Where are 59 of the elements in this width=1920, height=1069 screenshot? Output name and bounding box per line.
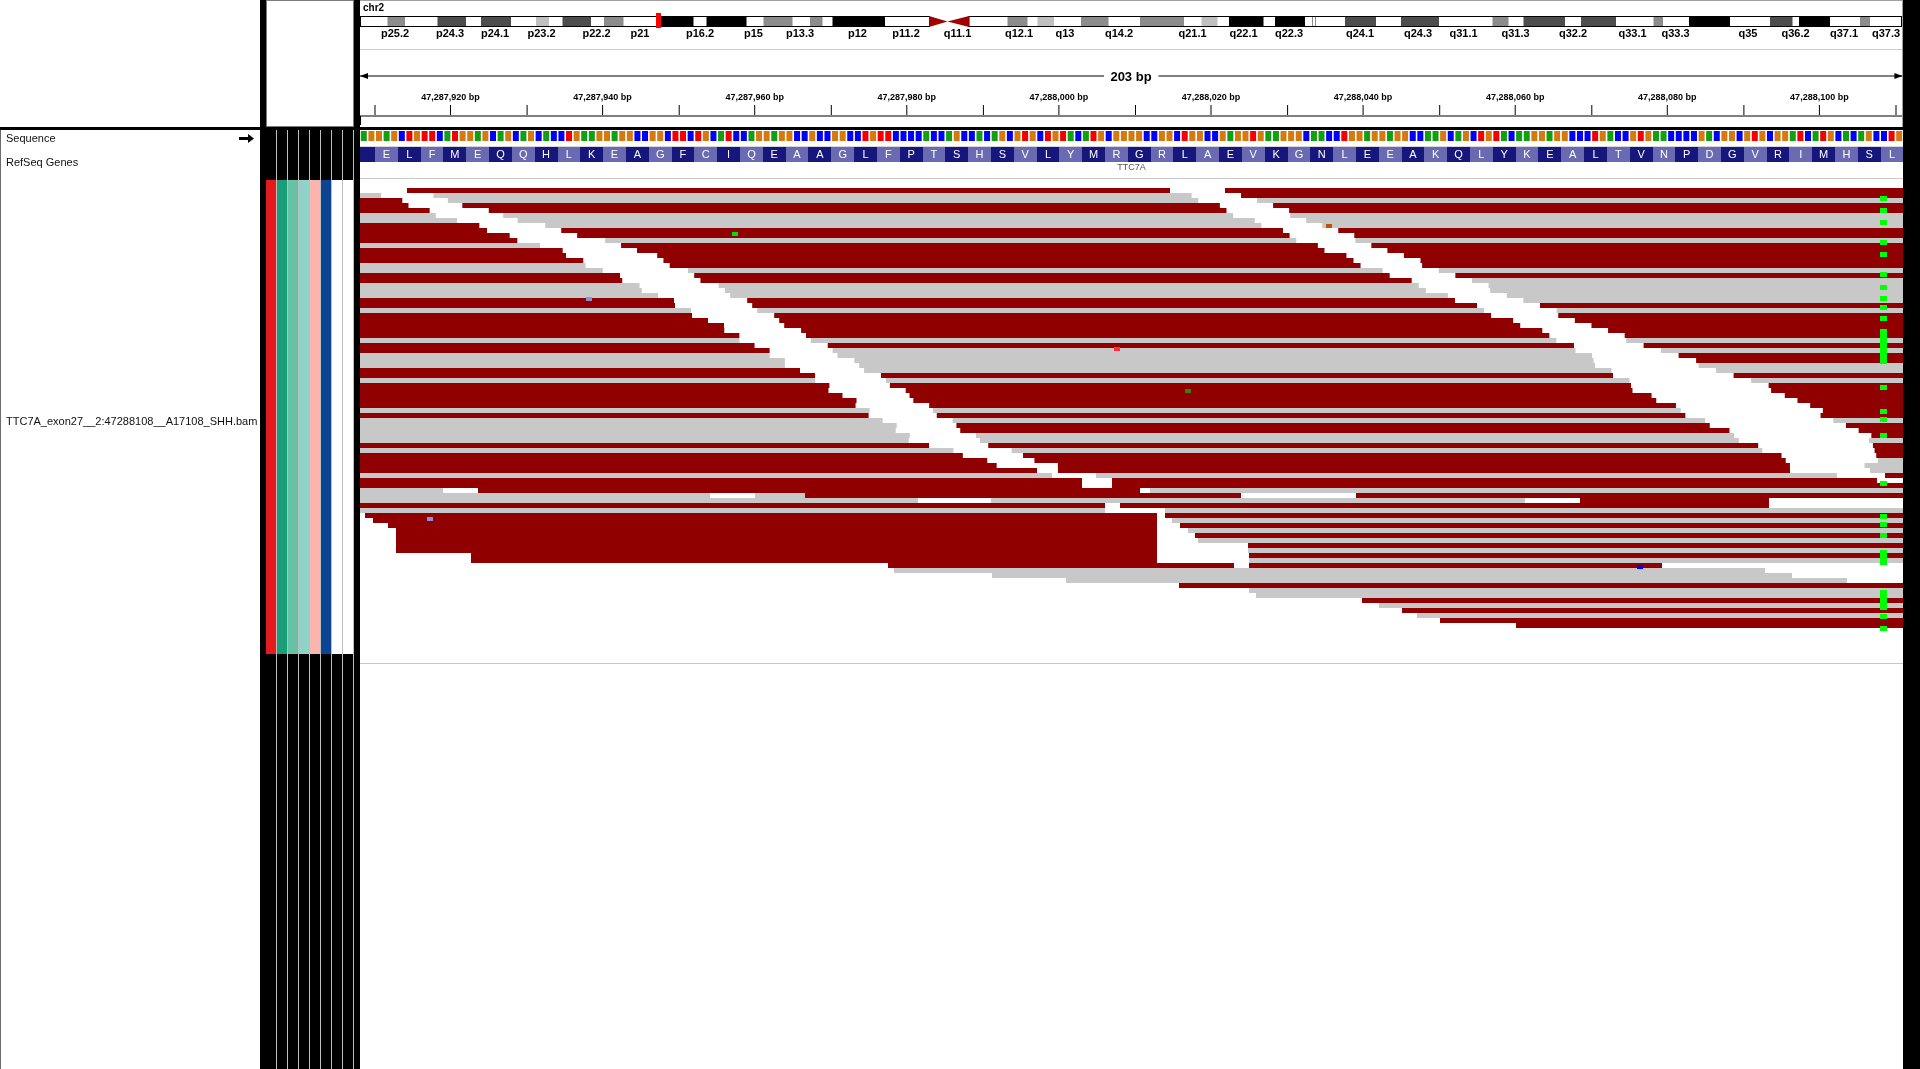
ruler-tick-label: 47,288,080 bp — [1638, 92, 1697, 103]
cytoband-label: q31.1 — [1449, 28, 1478, 39]
amino-acid: C — [694, 147, 718, 162]
cytoband-label: q37.3 — [1871, 28, 1901, 39]
cytoband-label: q33.3 — [1661, 28, 1690, 39]
amino-acid: T — [922, 147, 946, 162]
ruler-tick-label: 47,288,020 bp — [1181, 92, 1241, 103]
amino-acid: D — [1698, 147, 1721, 162]
amino-acid: G — [831, 147, 855, 162]
cytoband-label: q31.3 — [1501, 28, 1530, 39]
amino-acid: A — [785, 147, 809, 162]
cytoband-label: q33.1 — [1618, 28, 1647, 39]
amino-acid: Q — [511, 147, 535, 162]
amino-acid: A — [1561, 147, 1585, 162]
amino-acid: I — [1789, 147, 1813, 162]
cytoband-label: q24.1 — [1345, 28, 1375, 39]
track-name: TTC7A_exon27__2:47288108__A17108_SHH.bam — [6, 415, 258, 427]
amino-acid: A — [1196, 147, 1220, 162]
amino-acid: V — [1743, 147, 1767, 162]
amino-acid: E — [466, 147, 490, 162]
amino-acid: H — [1835, 147, 1858, 162]
cytoband-label: q35 — [1738, 28, 1758, 39]
amino-acid: K — [1515, 147, 1539, 162]
track-name: RefSeq Genes — [6, 157, 79, 168]
amino-acid: G — [648, 147, 672, 162]
cytoband-label: q37.1 — [1829, 28, 1859, 39]
amino-acid: T — [1606, 147, 1630, 162]
cytoband-label: q21.1 — [1178, 28, 1207, 39]
track-name: Sequence — [6, 133, 56, 144]
cytoband-label: q32.2 — [1558, 28, 1588, 39]
amino-acid: F — [876, 147, 900, 162]
amino-acid: K — [1424, 147, 1448, 162]
ruler-tick-label: 47,288,100 bp — [1790, 92, 1849, 103]
amino-acid: L — [1880, 147, 1904, 162]
amino-acid: E — [603, 147, 626, 162]
gene-label: TTC7A — [1117, 162, 1146, 172]
cytoband-label: q22.1 — [1229, 28, 1258, 39]
amino-acid: V — [1241, 147, 1265, 162]
amino-acid: F — [420, 147, 444, 162]
amino-acid: E — [1378, 147, 1402, 162]
amino-acid: E — [375, 147, 398, 162]
amino-acid: L — [1333, 147, 1356, 162]
amino-acid: V — [1013, 147, 1037, 162]
amino-acid: L — [1470, 147, 1493, 162]
amino-acid: G — [1287, 147, 1311, 162]
amino-acid: Y — [1059, 147, 1083, 162]
amino-acid: Q — [740, 147, 763, 162]
cytoband-label: q24.3 — [1403, 28, 1433, 39]
cytoband-label: q22.3 — [1274, 28, 1304, 39]
amino-acid: N — [1652, 147, 1676, 162]
ruler-tick-label: 47,288,060 bp — [1485, 92, 1545, 103]
amino-acid: R — [1105, 147, 1128, 162]
cytoband-label: q36.2 — [1781, 28, 1810, 39]
ruler-tick-label: 47,288,040 bp — [1333, 92, 1393, 103]
amino-acid: R — [1150, 147, 1174, 162]
amino-acid: L — [557, 147, 581, 162]
span-label: 203 bp — [1109, 69, 1153, 83]
amino-acid: H — [968, 147, 991, 162]
cytoband-label: q14.2 — [1104, 28, 1134, 39]
